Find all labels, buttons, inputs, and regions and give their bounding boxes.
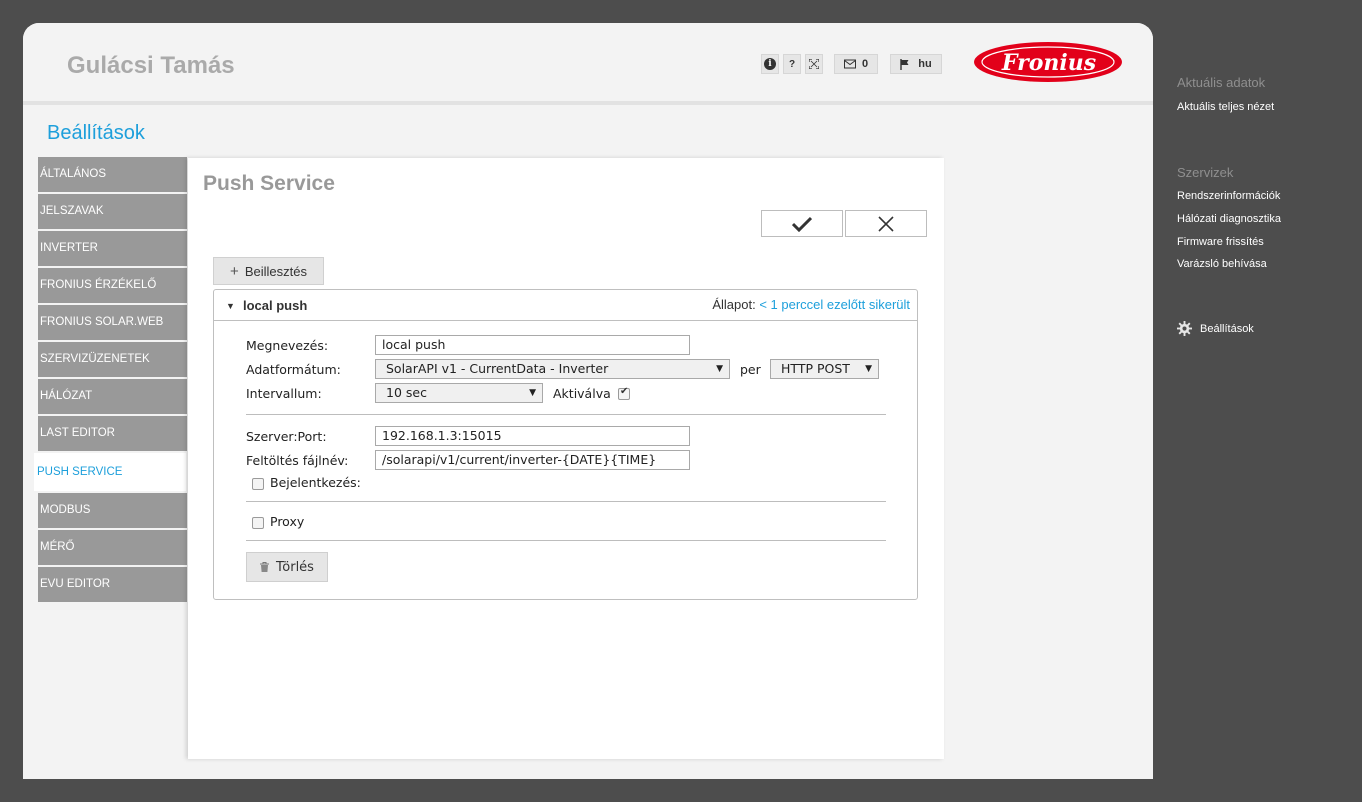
dropdown-arrow-icon: ▼: [529, 388, 536, 398]
format-value: SolarAPI v1 - CurrentData - Inverter: [386, 361, 609, 376]
per-label: per: [740, 362, 761, 377]
activated-label: Aktiválva: [553, 386, 611, 401]
cancel-button[interactable]: [845, 210, 927, 237]
link-current-full-view[interactable]: Aktuális teljes nézet: [1177, 101, 1274, 113]
user-name: Gulácsi Tamás: [67, 52, 235, 79]
info-button[interactable]: i: [761, 54, 779, 74]
format-label: Adatformátum:: [246, 362, 341, 377]
nav-item-push-service[interactable]: PUSH SERVICE: [34, 453, 186, 491]
message-count: 0: [861, 58, 869, 70]
proxy-label: Proxy: [270, 514, 305, 529]
settings-link[interactable]: Beállítások: [1177, 321, 1254, 336]
state-value: < 1 perccel ezelőtt sikerült: [759, 297, 910, 312]
divider: [246, 414, 886, 415]
interval-label: Intervallum:: [246, 386, 322, 401]
info-icon: i: [764, 58, 776, 70]
login-checkbox[interactable]: [252, 478, 264, 490]
name-label: Megnevezés:: [246, 338, 329, 353]
dropdown-arrow-icon: ▼: [716, 364, 723, 374]
delete-label: Törlés: [276, 559, 314, 575]
name-input[interactable]: local push: [375, 335, 690, 355]
nav-item-fronius-erzekelo[interactable]: FRONIUS ÉRZÉKELŐ: [38, 268, 187, 303]
envelope-icon: [843, 59, 856, 69]
right-sidebar: Aktuális adatok Aktuális teljes nézet Sz…: [1177, 0, 1362, 802]
proxy-checkbox[interactable]: [252, 517, 264, 529]
fullscreen-icon: [809, 59, 819, 69]
flag-icon: [900, 58, 909, 70]
caret-down-icon[interactable]: ▼: [226, 301, 235, 311]
divider: [246, 501, 886, 502]
services-heading: Szervizek: [1177, 165, 1234, 180]
plus-icon: +: [230, 262, 239, 280]
server-input[interactable]: 192.168.1.3:15015: [375, 426, 690, 446]
link-firmware-update[interactable]: Firmware frissítés: [1177, 236, 1264, 248]
nav-item-inverter[interactable]: INVERTER: [38, 231, 187, 266]
page-title: Beállítások: [47, 122, 145, 144]
delete-button[interactable]: Törlés: [246, 552, 328, 582]
nav-item-evu-editor[interactable]: EVU EDITOR: [38, 567, 187, 602]
language-code: hu: [918, 58, 932, 70]
login-label: Bejelentkezés:: [270, 475, 361, 490]
interval-select[interactable]: 10 sec ▼: [375, 383, 543, 403]
help-icon: ?: [788, 58, 796, 70]
close-icon: [878, 215, 894, 232]
push-service-panel: Push Service + Beillesztés ▼ local push …: [188, 158, 944, 759]
nav-item-szervizuzenetek[interactable]: SZERVIZÜZENETEK: [38, 342, 187, 377]
dropdown-arrow-icon: ▼: [865, 364, 872, 374]
upload-filename-label: Feltöltés fájlnév:: [246, 453, 349, 468]
header: Gulácsi Tamás i ? 0 hu Fronius: [23, 23, 1153, 105]
activated-checkbox[interactable]: [618, 386, 630, 400]
format-select[interactable]: SolarAPI v1 - CurrentData - Inverter ▼: [375, 359, 730, 379]
nav-item-modbus[interactable]: MODBUS: [38, 493, 187, 528]
link-network-diagnostics[interactable]: Hálózati diagnosztika: [1177, 213, 1281, 225]
nav-item-last-editor[interactable]: LAST EDITOR: [38, 416, 187, 451]
settings-nav: ÁLTALÁNOS JELSZAVAK INVERTER FRONIUS ÉRZ…: [34, 157, 188, 604]
gear-icon: [1177, 321, 1192, 336]
insert-button[interactable]: + Beillesztés: [213, 257, 324, 285]
state-row: Állapot: < 1 perccel ezelőtt sikerült: [712, 297, 910, 312]
nav-item-altalanos[interactable]: ÁLTALÁNOS: [38, 157, 187, 192]
link-setup-wizard[interactable]: Varázsló behívása: [1177, 258, 1267, 270]
nav-item-halozat[interactable]: HÁLÓZAT: [38, 379, 187, 414]
upload-filename-input[interactable]: /solarapi/v1/current/inverter-{DATE}{TIM…: [375, 450, 690, 470]
card-header[interactable]: ▼ local push Állapot: < 1 perccel ezelőt…: [214, 290, 917, 321]
settings-link-label: Beállítások: [1200, 322, 1254, 335]
link-system-info[interactable]: Rendszerinformációk: [1177, 190, 1280, 202]
checkmark-icon: [792, 216, 812, 232]
card-title: local push: [243, 298, 308, 313]
interval-value: 10 sec: [386, 385, 427, 400]
nav-item-fronius-solarweb[interactable]: FRONIUS SOLAR.WEB: [38, 305, 187, 340]
panel-title: Push Service: [203, 172, 335, 195]
logo-text: Fronius: [1001, 50, 1096, 76]
push-entry-card: ▼ local push Állapot: < 1 perccel ezelőt…: [213, 289, 918, 600]
main-window: Gulácsi Tamás i ? 0 hu Fronius Beállítás…: [23, 23, 1153, 779]
save-button[interactable]: [761, 210, 843, 237]
method-value: HTTP POST: [781, 361, 850, 376]
fullscreen-button[interactable]: [805, 54, 823, 74]
trash-icon: [260, 562, 270, 572]
state-label: Állapot:: [712, 297, 756, 312]
language-button[interactable]: hu: [890, 54, 942, 74]
insert-label: Beillesztés: [244, 263, 307, 279]
method-select[interactable]: HTTP POST ▼: [770, 359, 879, 379]
server-label: Szerver:Port:: [246, 429, 327, 444]
fronius-logo: Fronius: [974, 42, 1122, 82]
messages-button[interactable]: 0: [834, 54, 878, 74]
help-button[interactable]: ?: [783, 54, 801, 74]
nav-item-jelszavak[interactable]: JELSZAVAK: [38, 194, 187, 229]
nav-item-mero[interactable]: MÉRŐ: [38, 530, 187, 565]
current-data-heading: Aktuális adatok: [1177, 75, 1266, 90]
divider: [246, 540, 886, 541]
